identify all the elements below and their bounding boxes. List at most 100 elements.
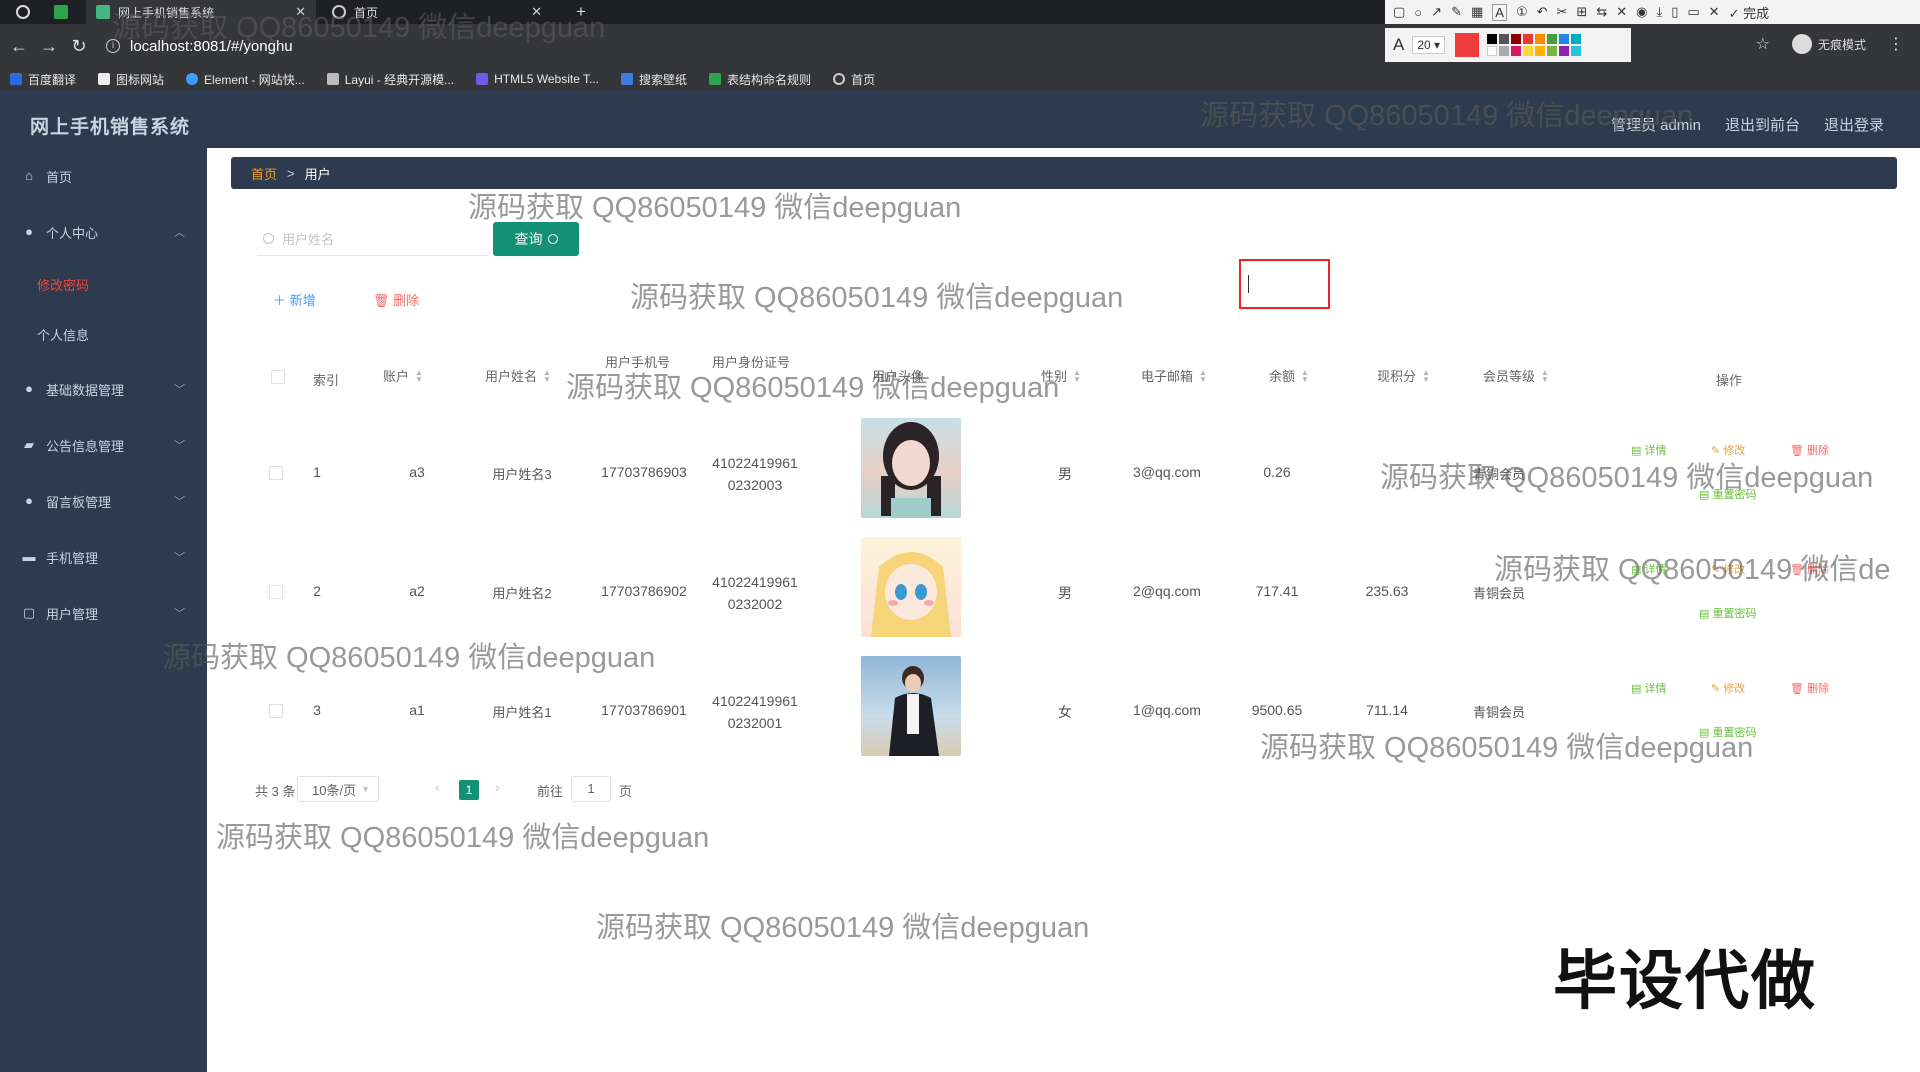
sidebar-subitem-profile[interactable]: 个人信息 <box>0 316 207 352</box>
cancel-icon[interactable]: ✕ <box>1709 4 1720 20</box>
browser-menu-icon[interactable] <box>16 5 30 19</box>
detail-button[interactable]: ▤ 详情 <box>1631 561 1666 577</box>
url-field[interactable]: i localhost:8081/#/yonghu <box>106 38 293 55</box>
sidebar-item-phones[interactable]: ▬ 手机管理 ﹀ <box>0 537 207 577</box>
delete-row-button[interactable]: 🗑 删除 <box>1790 680 1829 696</box>
bookmark-item[interactable]: 图标网站 <box>98 71 164 88</box>
column-header-phone[interactable]: 用户手机号 <box>605 352 670 371</box>
bookmark-item[interactable]: 百度翻译 <box>10 71 76 88</box>
pin-icon[interactable]: ⊞ <box>1576 4 1587 20</box>
row-checkbox[interactable] <box>269 704 283 718</box>
bookmark-icon[interactable]: ▭ <box>1687 4 1699 20</box>
delete-row-button[interactable]: 🗑 删除 <box>1790 561 1829 577</box>
detail-button[interactable]: ▤ 详情 <box>1631 442 1666 458</box>
forward-icon[interactable]: → <box>34 36 64 57</box>
page-number-current[interactable]: 1 <box>459 780 479 800</box>
back-to-front-link[interactable]: 退出到前台 <box>1725 114 1800 135</box>
reset-password-button[interactable]: ▤ 重置密码 <box>1699 486 1756 502</box>
current-color[interactable] <box>1455 33 1480 57</box>
column-header-balance[interactable]: 余额 ▲ ▼ <box>1269 366 1309 385</box>
search-input[interactable]: 用户姓名 <box>257 222 487 256</box>
back-icon[interactable]: ← <box>4 36 34 57</box>
add-button[interactable]: ＋ 新增 <box>273 290 316 309</box>
edit-button[interactable]: ✎ 修改 <box>1711 561 1745 577</box>
next-page-icon[interactable]: › <box>495 780 499 795</box>
annotation-text-box[interactable] <box>1239 259 1330 309</box>
star-icon[interactable]: ☆ <box>1756 34 1770 54</box>
cell-email: 2@qq.com <box>1133 583 1201 599</box>
detail-button[interactable]: ▤ 详情 <box>1631 680 1666 696</box>
sidebar-subitem-change-password[interactable]: 修改密码 <box>0 266 207 302</box>
edit-button[interactable]: ✎ 修改 <box>1711 680 1745 696</box>
sidebar-item-users[interactable]: ▢ 用户管理 ﹀ <box>0 593 207 633</box>
sidebar-item-basic-data[interactable]: ● 基础数据管理 ﹀ <box>0 369 207 409</box>
avatar[interactable] <box>861 656 961 756</box>
chevron-up-icon: ︿ <box>174 227 185 239</box>
column-header-email[interactable]: 电子邮箱 ▲ ▼ <box>1141 366 1207 385</box>
sort-icon: ▲ ▼ <box>415 367 423 384</box>
breadcrumb-home[interactable]: 首页 <box>251 164 277 183</box>
sidebar-item-personal[interactable]: ● 个人中心 ︿ <box>0 212 207 252</box>
text-tool-icon[interactable]: A <box>1492 3 1507 21</box>
bookmark-item[interactable]: 表结构命名规则 <box>709 71 811 88</box>
sidebar-item-home[interactable]: ⌂ 首页 <box>0 156 207 196</box>
number-tool-icon[interactable]: ① <box>1516 4 1528 20</box>
reset-password-button[interactable]: ▤ 重置密码 <box>1699 605 1756 621</box>
cell-level: 青铜会员 <box>1472 705 1525 720</box>
column-header-idcard[interactable]: 用户身份证号 <box>712 352 790 371</box>
avatar[interactable] <box>861 537 961 637</box>
incognito-label[interactable]: 无痕模式 <box>1818 36 1866 53</box>
arrow-tool-icon[interactable]: ↗ <box>1431 4 1442 20</box>
row-checkbox[interactable] <box>269 466 283 480</box>
rect-tool-icon[interactable]: ▢ <box>1393 4 1405 20</box>
more-icon[interactable]: ⋮ <box>1888 34 1904 54</box>
prev-page-icon[interactable]: ‹ <box>435 780 439 795</box>
color-palette[interactable] <box>1487 34 1582 56</box>
column-header-gender[interactable]: 性别 ▲ ▼ <box>1041 366 1081 385</box>
done-button[interactable]: ✓ 完成 <box>1729 3 1779 22</box>
delete-row-button[interactable]: 🗑 删除 <box>1790 442 1829 458</box>
new-tab-icon[interactable]: + <box>576 2 586 22</box>
close-icon[interactable]: ✕ <box>295 4 306 20</box>
font-size-select[interactable]: 20 ▾ <box>1412 36 1446 54</box>
sidebar-item-announcements[interactable]: ▰ 公告信息管理 ﹀ <box>0 425 207 465</box>
bookmark-item[interactable]: Element - 网站快... <box>186 71 305 88</box>
circle-tool-icon[interactable]: ○ <box>1414 5 1422 20</box>
column-header-points[interactable]: 现积分 ▲ ▼ <box>1377 366 1430 385</box>
avatar[interactable] <box>861 418 961 518</box>
column-header-level[interactable]: 会员等级 ▲ ▼ <box>1483 366 1549 385</box>
phone-icon[interactable]: ▯ <box>1671 4 1678 20</box>
undo-icon[interactable]: ↶ <box>1537 4 1548 20</box>
mosaic-tool-icon[interactable]: ▦ <box>1471 4 1483 20</box>
bookmarks-bar: 百度翻译 图标网站 Element - 网站快... Layui - 经典开源模… <box>0 68 1920 90</box>
bookmark-item[interactable]: Layui - 经典开源模... <box>326 71 454 88</box>
column-header-name[interactable]: 用户姓名 ▲ ▼ <box>485 366 551 385</box>
pen-tool-icon[interactable]: ✎ <box>1451 4 1462 20</box>
translate-icon[interactable]: ⇆ <box>1596 4 1607 20</box>
select-all-checkbox[interactable] <box>271 370 285 384</box>
sidebar-item-message-board[interactable]: ● 留言板管理 ﹀ <box>0 481 207 521</box>
extension-icon[interactable] <box>54 5 68 19</box>
sidebar-item-label: 基础数据管理 <box>46 382 125 398</box>
bookmark-item[interactable]: 搜索壁纸 <box>621 71 687 88</box>
page-size-select[interactable]: 10条/页 ▼ <box>297 776 379 802</box>
query-button[interactable]: 查询 <box>493 222 579 256</box>
delete-button[interactable]: 🗑 删除 <box>373 290 419 309</box>
bookmark-item[interactable]: HTML5 Website T... <box>476 72 599 86</box>
logout-link[interactable]: 退出登录 <box>1824 114 1884 135</box>
row-checkbox[interactable] <box>269 585 283 599</box>
scissors-icon[interactable]: ✂ <box>1557 4 1568 20</box>
download-icon[interactable]: ⤓ <box>1656 4 1662 20</box>
record-icon[interactable]: ◉ <box>1636 4 1647 20</box>
reload-icon[interactable]: ↻ <box>64 36 94 57</box>
reset-password-button[interactable]: ▤ 重置密码 <box>1699 724 1756 740</box>
tab-app[interactable]: 网上手机销售系统 ✕ <box>86 0 316 24</box>
tack-icon[interactable]: ✕ <box>1616 4 1627 20</box>
pager-goto-input[interactable]: 1 <box>571 776 611 802</box>
close-icon[interactable]: ✕ <box>531 4 542 20</box>
edit-button[interactable]: ✎ 修改 <box>1711 442 1745 458</box>
tab-home[interactable]: 首页 ✕ <box>322 0 552 24</box>
bookmark-item[interactable]: 首页 <box>833 71 875 88</box>
phone-icon: ▬ <box>22 549 36 564</box>
column-header-account[interactable]: 账户 ▲ ▼ <box>383 366 423 385</box>
